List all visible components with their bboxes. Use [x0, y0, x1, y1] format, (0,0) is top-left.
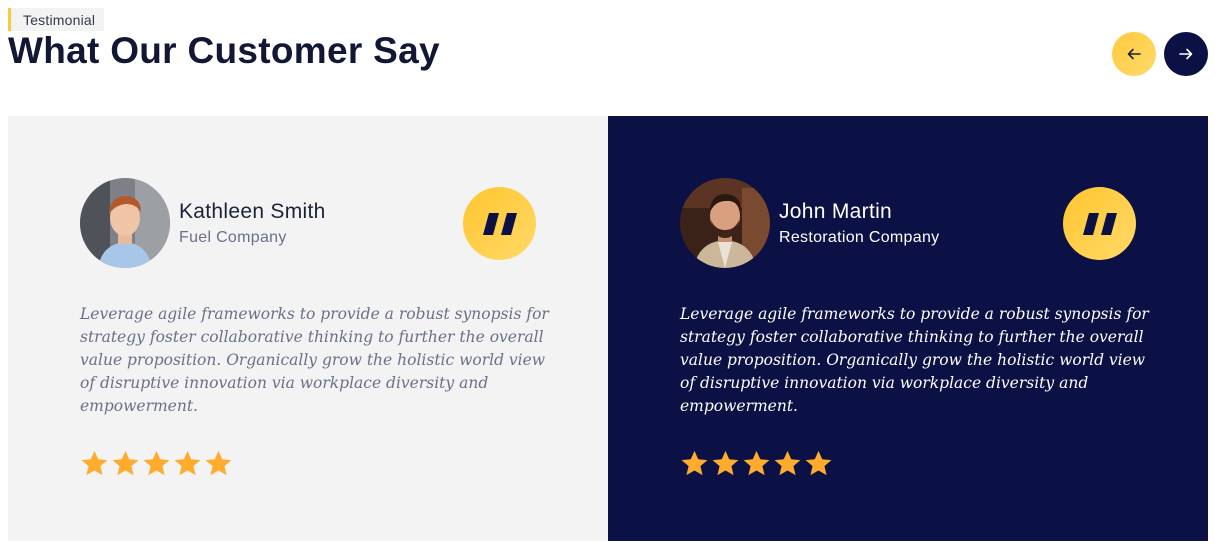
avatar	[80, 178, 170, 268]
testimonial-carousel: Kathleen Smith Fuel Company Leverage agi…	[8, 116, 1208, 541]
next-button[interactable]	[1164, 32, 1208, 76]
avatar	[680, 178, 770, 268]
star-icon	[205, 450, 232, 476]
star-rating	[680, 449, 833, 478]
section-tag: Testimonial	[8, 8, 105, 31]
star-icon	[81, 450, 108, 476]
star-icon	[681, 450, 708, 476]
arrow-right-icon	[1179, 48, 1193, 60]
testimonial-section: Testimonial What Our Customer Say Kathle…	[0, 0, 1215, 551]
customer-name: John Martin	[779, 200, 893, 223]
testimonial-text: Leverage agile frameworks to provide a r…	[80, 305, 549, 415]
testimonial-text: Leverage agile frameworks to provide a r…	[680, 305, 1149, 415]
star-icon	[743, 450, 770, 476]
customer-company: Fuel Company	[179, 229, 287, 246]
quote-icon	[463, 187, 536, 260]
previous-button[interactable]	[1112, 32, 1156, 76]
star-rating	[80, 449, 233, 478]
quote-icon	[1063, 187, 1136, 260]
star-icon	[712, 450, 739, 476]
star-icon	[112, 450, 139, 476]
section-title: What Our Customer Say	[8, 30, 440, 71]
customer-name: Kathleen Smith	[179, 200, 326, 223]
customer-company: Restoration Company	[779, 229, 940, 246]
arrow-left-icon	[1127, 48, 1141, 60]
testimonial-card: John Martin Restoration Company Leverage…	[608, 116, 1208, 541]
star-icon	[805, 450, 832, 476]
star-icon	[774, 450, 801, 476]
star-icon	[174, 450, 201, 476]
testimonial-card: Kathleen Smith Fuel Company Leverage agi…	[8, 116, 608, 541]
star-icon	[143, 450, 170, 476]
